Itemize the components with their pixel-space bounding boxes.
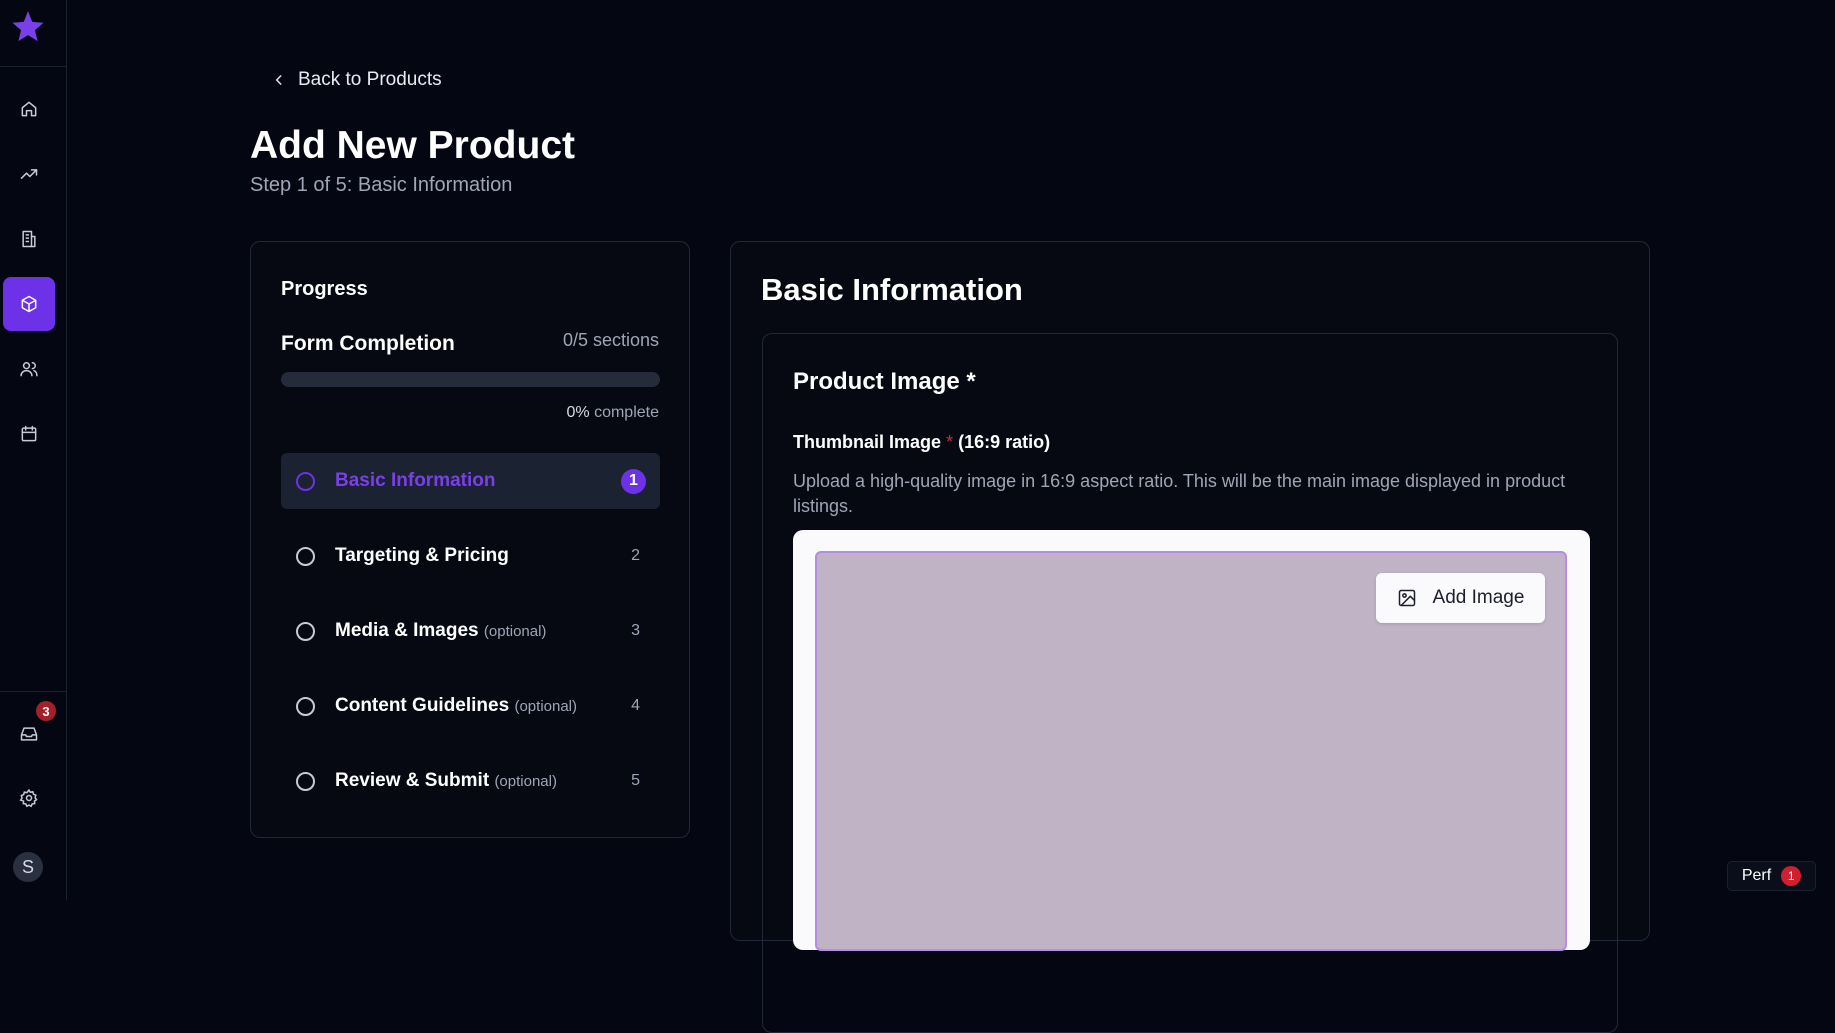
step-number: 3 [631, 622, 640, 639]
step-number: 4 [631, 697, 640, 714]
sections-count: 0/5 sections [562, 330, 659, 350]
optional-tag: (optional) [514, 698, 578, 715]
sidebar-divider [0, 66, 66, 67]
page-title: Add New Product [250, 124, 576, 167]
progress-title: Progress [281, 278, 368, 300]
sidebar: 3 S [0, 0, 67, 900]
avatar[interactable]: S [13, 852, 43, 882]
step-circle-icon [296, 621, 315, 641]
step-label: Review & Submit (optional) [335, 770, 557, 791]
required-mark: * [946, 432, 954, 452]
step-review-submit[interactable]: Review & Submit (optional) 5 [281, 753, 660, 809]
sidebar-item-products[interactable] [3, 277, 55, 331]
form-completion-label: Form Completion [281, 332, 455, 355]
perf-badge: 1 [1781, 866, 1802, 886]
gear-icon [19, 788, 38, 808]
sidebar-item-settings[interactable] [3, 771, 55, 825]
trending-up-icon [20, 169, 38, 179]
step-number: 2 [631, 547, 640, 564]
optional-tag: (optional) [494, 773, 557, 790]
step-circle-icon [296, 471, 315, 491]
step-circle-icon [296, 771, 315, 791]
star-logo-icon[interactable] [10, 6, 45, 46]
step-circle-icon [296, 546, 315, 566]
inbox-badge: 3 [36, 701, 56, 721]
thumbnail-help-text: Upload a high-quality image in 16:9 aspe… [793, 471, 1566, 516]
step-basic-information[interactable]: Basic Information 1 [281, 453, 660, 509]
step-content-guidelines[interactable]: Content Guidelines (optional) 4 [281, 678, 660, 734]
section-title: Basic Information [761, 272, 1023, 307]
users-icon [20, 362, 38, 377]
step-label: Targeting & Pricing [335, 545, 509, 566]
image-upload-container: Add Image [793, 530, 1590, 951]
product-image-card: Product Image * Thumbnail Image * (16:9 … [762, 333, 1618, 1033]
optional-tag: (optional) [483, 623, 547, 640]
progress-bar [281, 372, 660, 387]
home-icon [21, 101, 37, 117]
step-label: Content Guidelines (optional) [335, 695, 578, 716]
image-dropzone[interactable]: Add Image [815, 551, 1567, 951]
product-image-title: Product Image * [793, 368, 976, 395]
chevron-left-icon [275, 75, 282, 85]
add-image-label: Add Image [1432, 587, 1525, 608]
perf-label: Perf [1741, 867, 1772, 884]
sidebar-item-home[interactable] [3, 82, 55, 136]
basic-information-card: Basic Information Product Image * Thumbn… [730, 241, 1650, 1033]
step-label: Basic Information [335, 470, 496, 491]
percent-complete: 0% complete [567, 404, 660, 422]
perf-indicator[interactable]: Perf 1 [1727, 861, 1816, 891]
back-link-label: Back to Products [298, 69, 442, 90]
page-subtitle: Step 1 of 5: Basic Information [250, 174, 513, 196]
percent-suffix: complete [594, 404, 659, 421]
sidebar-item-users[interactable] [3, 342, 55, 396]
box-icon [21, 295, 37, 313]
inbox-icon [20, 727, 38, 741]
percent-value: 0% [566, 404, 590, 421]
sidebar-item-buildings[interactable] [3, 212, 55, 266]
sidebar-item-analytics[interactable] [3, 147, 55, 201]
step-media-images[interactable]: Media & Images (optional) 3 [281, 603, 660, 659]
add-image-button[interactable]: Add Image [1376, 573, 1545, 623]
sidebar-item-calendar[interactable] [3, 407, 55, 461]
step-targeting-pricing[interactable]: Targeting & Pricing 2 [281, 528, 660, 584]
ratio-label: (16:9 ratio) [958, 432, 1051, 452]
image-icon [1398, 589, 1415, 607]
back-to-products-link[interactable]: Back to Products [272, 69, 442, 91]
progress-card: Progress Form Completion 0/5 sections 0%… [250, 241, 690, 838]
building-icon [22, 230, 36, 248]
sidebar-divider-bottom [0, 691, 66, 692]
calendar-icon [21, 425, 37, 442]
step-circle-icon [296, 696, 315, 716]
step-number: 1 [621, 468, 646, 494]
thumbnail-label: Thumbnail Image * (16:9 ratio) [793, 432, 1051, 452]
step-label: Media & Images (optional) [335, 620, 547, 641]
step-number: 5 [631, 772, 640, 789]
